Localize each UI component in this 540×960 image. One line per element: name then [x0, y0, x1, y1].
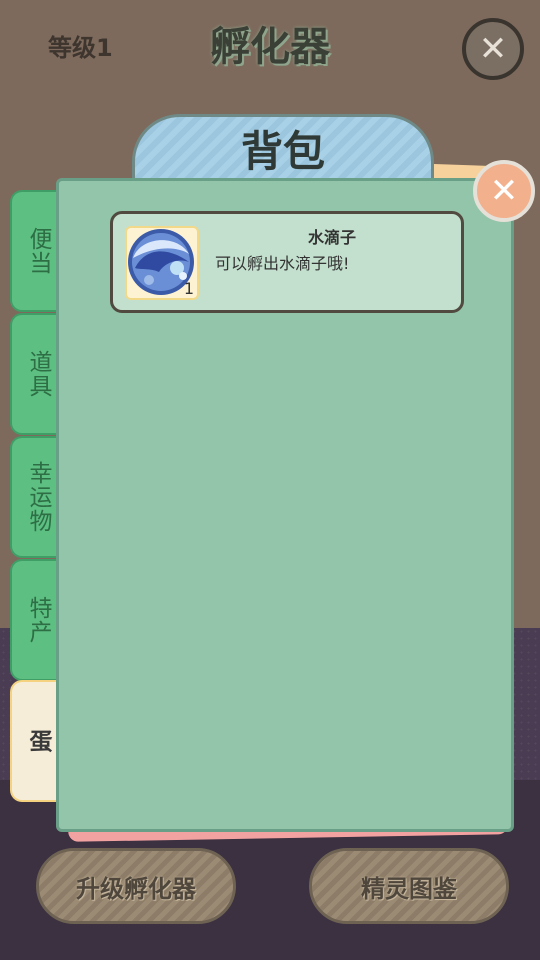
bag-item-card[interactable]: 1 水滴子 可以孵出水滴子哦! [110, 211, 464, 313]
close-icon: ✕ [489, 171, 519, 211]
item-name: 水滴子 [307, 228, 356, 247]
bag-title: 背包 [240, 127, 325, 176]
item-slot: 1 [125, 226, 199, 300]
page-title: 孵化器 [210, 24, 330, 70]
tab-label: 蛋 [25, 729, 51, 753]
tab-label: 便当 [25, 227, 51, 275]
tab-label: 特产 [25, 596, 51, 644]
close-icon: ✕ [478, 29, 508, 69]
tab-label: 幸运物 [25, 461, 51, 533]
close-bag-button[interactable]: ✕ [473, 160, 535, 222]
item-count: 1 [183, 279, 194, 298]
spirit-dex-button[interactable]: 精灵图鉴 [309, 848, 509, 924]
close-incubator-button[interactable]: ✕ [462, 18, 524, 80]
item-description: 可以孵出水滴子哦! [215, 254, 350, 273]
tab-label: 道具 [25, 350, 51, 398]
upgrade-incubator-button[interactable]: 升级孵化器 [36, 848, 236, 924]
